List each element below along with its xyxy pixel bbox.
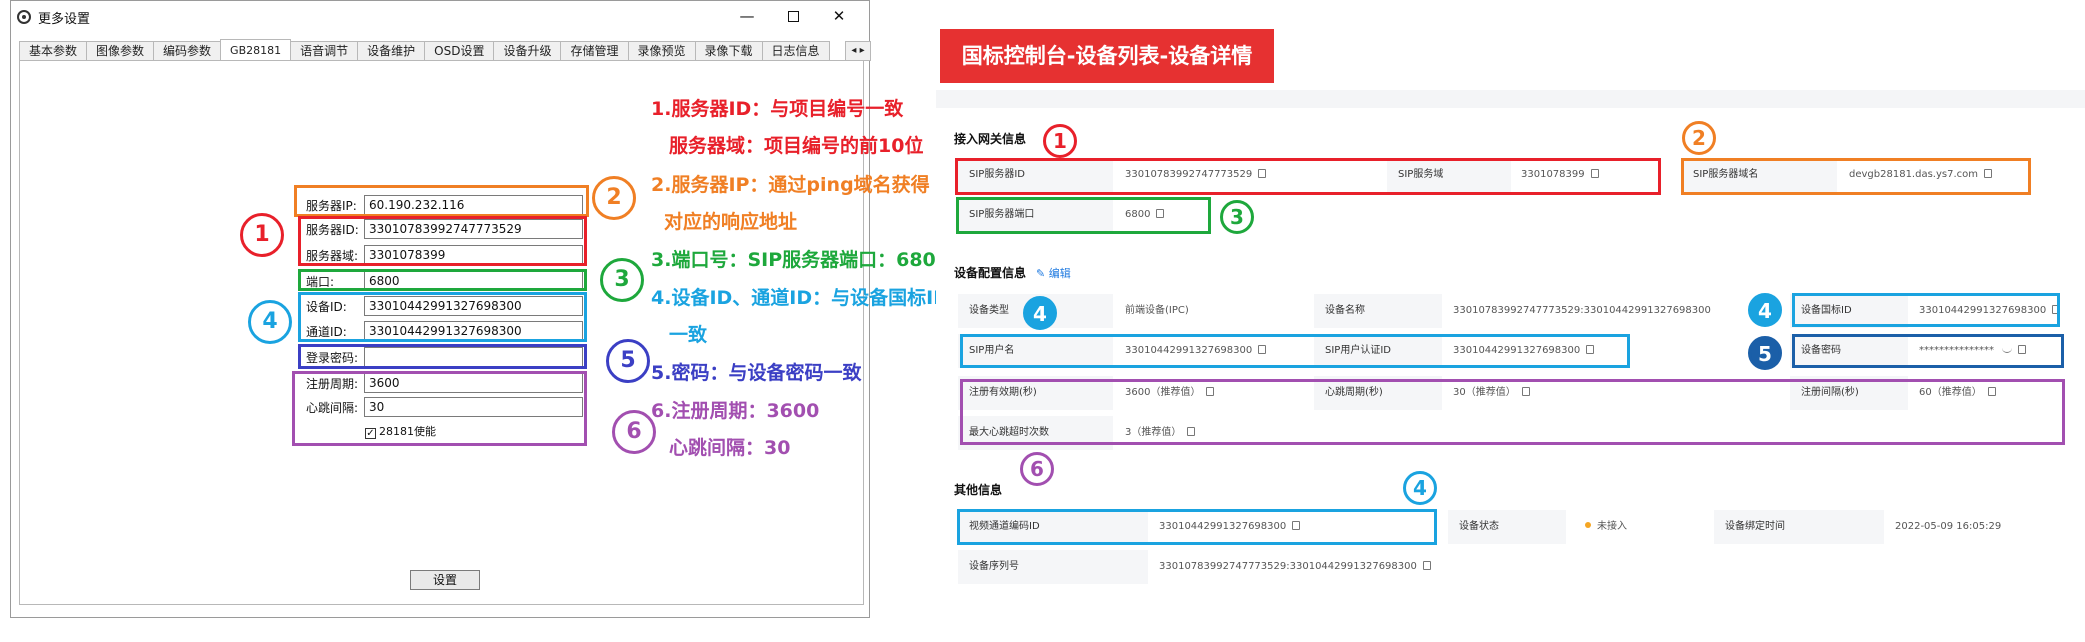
highlight-device-channel-id [298, 292, 587, 342]
device-status-text: 未接入 [1597, 521, 1627, 532]
note-4-line1: 4.设备ID、通道ID：与设备国标ID [651, 287, 949, 309]
camera-app-icon [17, 10, 31, 24]
badge-4: 4 [248, 300, 292, 344]
maximize-icon [787, 11, 799, 22]
status-dot-icon [1585, 522, 1591, 528]
tab-maintenance[interactable]: 设备维护 [357, 41, 426, 61]
note-6-line2: 心跳间隔：30 [669, 437, 791, 459]
badge-2: 2 [592, 176, 636, 220]
bind-time-key: 设备绑定时间 [1714, 510, 1884, 544]
note-3: 3.端口号：SIP服务器端口：6800 [651, 249, 949, 271]
note-2-line1: 2.服务器IP：通过ping域名获得 [651, 174, 930, 196]
maximize-button[interactable] [770, 1, 816, 31]
tab-record-preview[interactable]: 录像预览 [627, 41, 696, 61]
settings-tab-bar: 基本参数 图像参数 编码参数 GB28181 语音调节 设备维护 OSD设置 设备升级 存储管理… [19, 39, 879, 61]
tab-scroll-arrows[interactable]: ◂ ▸ [845, 41, 871, 61]
tab-encode-params[interactable]: 编码参数 [153, 41, 222, 61]
window-titlebar[interactable]: 更多设置 — ✕ [11, 1, 869, 33]
tab-gb28181[interactable]: GB28181 [220, 39, 292, 61]
highlight-console-channel-code [957, 509, 1437, 545]
console-badge-4a: 4 [1023, 296, 1057, 330]
highlight-password [298, 344, 587, 369]
serial-key: 设备序列号 [958, 550, 1148, 584]
tab-log[interactable]: 日志信息 [761, 41, 830, 61]
note-1-line1: 1.服务器ID：与项目编号一致 [651, 98, 904, 120]
device-name-key: 设备名称 [1314, 294, 1442, 328]
console-badge-3: 3 [1220, 200, 1254, 234]
highlight-console-password [1792, 334, 2064, 368]
console-badge-6: 6 [1020, 452, 1054, 486]
note-5: 5.密码：与设备密码一致 [651, 362, 862, 384]
tab-image-params[interactable]: 图像参数 [86, 41, 155, 61]
badge-1: 1 [240, 213, 284, 257]
minimize-button[interactable]: — [724, 1, 770, 31]
device-status-value: 未接入 [1574, 510, 1714, 544]
tab-osd[interactable]: OSD设置 [424, 41, 495, 61]
console-badge-4b: 4 [1748, 293, 1782, 327]
tab-audio[interactable]: 语音调节 [290, 41, 359, 61]
highlight-console-sip-user [960, 334, 1630, 368]
badge-3: 3 [600, 258, 644, 302]
note-1-line2: 服务器域：项目编号的前10位 [669, 135, 924, 157]
highlight-register-heartbeat [292, 371, 587, 446]
device-status-key: 设备状态 [1448, 510, 1566, 544]
set-button[interactable]: 设置 [410, 570, 480, 590]
highlight-port [298, 269, 587, 291]
gateway-section-title: 接入网关信息 [954, 132, 1027, 146]
highlight-server-ip [294, 185, 589, 217]
screenshot-root: 更多设置 — ✕ 基本参数 图像参数 编码参数 GB28181 语音调节 设备维护 OSD设… [0, 0, 2085, 642]
highlight-console-timers [960, 379, 2065, 445]
console-badge-5: 5 [1748, 336, 1782, 370]
highlight-server-id-domain [298, 216, 587, 266]
highlight-console-gb-id [1792, 293, 2060, 327]
tab-storage[interactable]: 存储管理 [560, 41, 629, 61]
tab-record-download[interactable]: 录像下载 [694, 41, 763, 61]
serial-value: 33010783992747773529:3301044299132769830… [1148, 550, 1468, 584]
device-name-value: 33010783992747773529:3301044299132769830… [1453, 305, 1711, 316]
bind-time-value: 2022-05-09 16:05:29 [1895, 521, 2002, 532]
edit-config-link[interactable]: ✎ 编辑 [1036, 265, 1071, 281]
window-title: 更多设置 [38, 12, 91, 27]
highlight-console-domain-name [1681, 158, 2031, 195]
highlight-console-sip-port [956, 197, 1211, 234]
badge-5: 5 [606, 339, 650, 383]
console-badge-2: 2 [1682, 121, 1716, 155]
badge-6: 6 [612, 410, 656, 454]
console-banner: 国标控制台-设备列表-设备详情 [940, 29, 1274, 83]
note-4-line2: 一致 [669, 324, 708, 346]
config-section-title: 设备配置信息 [954, 266, 1027, 280]
copy-icon[interactable] [1422, 561, 1431, 570]
highlight-console-sip-id [955, 158, 1661, 195]
tab-basic-params[interactable]: 基本参数 [19, 41, 88, 61]
edit-label: 编辑 [1048, 267, 1071, 280]
console-badge-1: 1 [1043, 124, 1077, 158]
close-button[interactable]: ✕ [816, 1, 862, 31]
console-badge-4c: 4 [1403, 471, 1437, 505]
note-6-line1: 6.注册周期：3600 [651, 400, 820, 422]
other-section-title: 其他信息 [954, 483, 1003, 497]
serial-text: 33010783992747773529:3301044299132769830… [1159, 561, 1417, 572]
device-type-value: 前端设备(IPC) [1125, 305, 1189, 316]
tab-upgrade[interactable]: 设备升级 [493, 41, 562, 61]
note-2-line2: 对应的响应地址 [664, 211, 798, 233]
